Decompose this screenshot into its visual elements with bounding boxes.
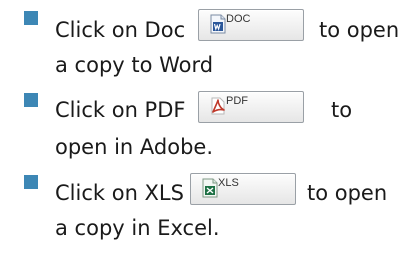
item-line-1-prefix: Click on XLS — [55, 181, 184, 205]
item-line-1-prefix: Click on Doc — [55, 18, 186, 42]
doc-export-button[interactable]: DOC — [198, 9, 304, 41]
item-line-1-prefix: Click on PDF — [55, 98, 186, 122]
pdf-icon — [211, 97, 225, 115]
item-line-1-suffix: to open — [307, 181, 388, 205]
xls-export-button[interactable]: XLS — [190, 173, 296, 205]
bullet-square-icon — [24, 11, 38, 25]
item-line-2: a copy in Excel. — [55, 216, 220, 240]
pdf-export-button[interactable]: PDF — [198, 91, 304, 123]
excel-xls-icon — [202, 178, 218, 198]
item-line-2: a copy to Word — [55, 53, 214, 77]
item-line-1-suffix: to — [331, 98, 353, 122]
xls-button-label: XLS — [218, 177, 239, 189]
doc-button-label: DOC — [226, 13, 251, 25]
instruction-list: Click on Doc DOC to open a copy to Word … — [0, 0, 416, 260]
item-line-2: open in Adobe. — [55, 135, 214, 159]
bullet-square-icon — [24, 175, 38, 189]
word-doc-icon — [210, 14, 226, 34]
bullet-square-icon — [24, 93, 38, 107]
item-line-1-suffix: to open — [319, 18, 400, 42]
pdf-button-label: PDF — [226, 95, 248, 107]
